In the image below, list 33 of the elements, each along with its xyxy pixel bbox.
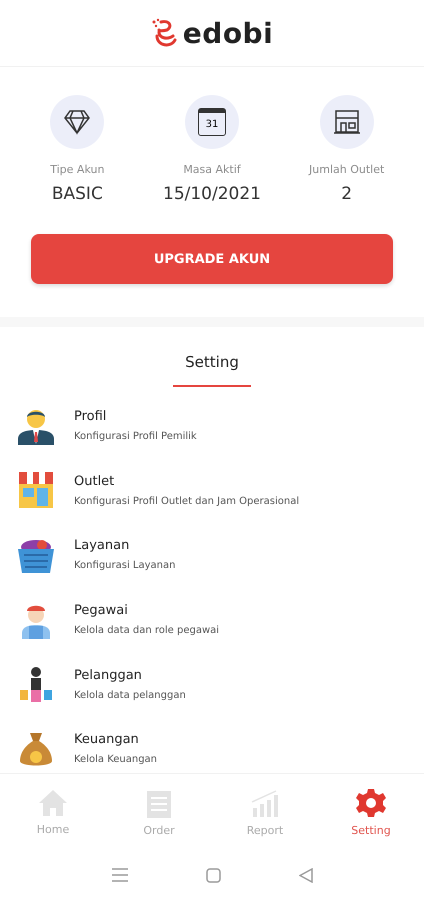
square-icon[interactable] — [206, 868, 220, 882]
setting-subtitle: Kelola data pelanggan — [74, 690, 186, 701]
back-icon[interactable] — [298, 868, 312, 882]
stat-value: 2 — [341, 184, 352, 204]
stat-label: Jumlah Outlet — [309, 163, 384, 176]
diamond-icon — [63, 109, 92, 135]
setting-title[interactable]: Pegawai — [74, 602, 220, 618]
stat-label: Masa Aktif — [183, 163, 241, 176]
setting-subtitle: Konfigurasi Layanan — [74, 560, 176, 572]
stat-value: BASIC — [52, 184, 103, 204]
home-icon — [38, 788, 68, 816]
nav-tab[interactable]: Setting — [318, 774, 424, 850]
setting-title[interactable]: Outlet — [74, 474, 300, 488]
setting-tab[interactable]: Setting — [173, 349, 251, 387]
settings-icon — [356, 788, 386, 818]
setting-subtitle: Kelola data dan role pegawai — [74, 624, 220, 636]
stat-label: Tipe Akun — [50, 163, 104, 176]
setting-subtitle: Konfigurasi Profil Outlet dan Jam Operasional — [74, 496, 300, 506]
shop-icon — [16, 470, 56, 510]
setting-subtitle: Kelola Keuangan — [74, 754, 158, 766]
menu-icon[interactable] — [112, 868, 128, 882]
bar-chart-icon — [250, 788, 280, 818]
setting-title[interactable]: Keuangan — [74, 732, 158, 748]
setting-title[interactable]: Layanan — [74, 538, 176, 554]
storefront-icon — [332, 109, 361, 135]
setting-subtitle: Konfigurasi Profil Pemilik — [74, 430, 197, 442]
calendar-icon: 31 — [198, 108, 226, 136]
brand-name: edobi — [182, 16, 274, 50]
setting-title[interactable]: Profil — [74, 408, 197, 424]
upgrade-button[interactable]: UPGRADE AKUN — [31, 234, 393, 284]
stat-value: 15/10/2021 — [163, 184, 261, 204]
logo-icon — [150, 18, 177, 48]
setting-title[interactable]: Pelanggan — [74, 668, 186, 683]
